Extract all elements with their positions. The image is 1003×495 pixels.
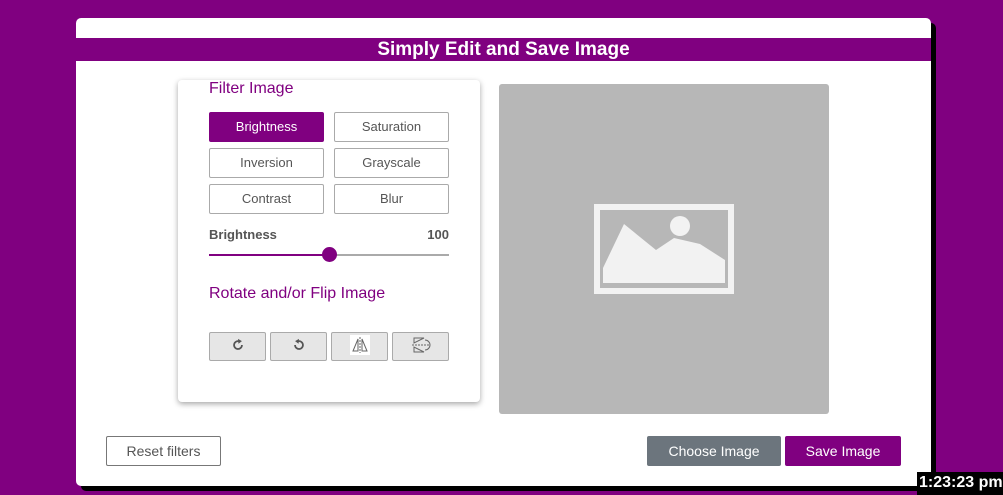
slider-info: Brightness 100 bbox=[209, 227, 449, 242]
rotate-right-icon bbox=[231, 338, 245, 355]
rotate-options bbox=[209, 332, 449, 362]
reset-filters-button[interactable]: Reset filters bbox=[106, 436, 221, 466]
page-title: Simply Edit and Save Image bbox=[76, 38, 931, 61]
rotate-right-button[interactable] bbox=[209, 332, 266, 361]
rotate-section-title: Rotate and/or Flip Image bbox=[209, 285, 386, 302]
flip-vertical-icon bbox=[410, 335, 432, 358]
brightness-slider[interactable] bbox=[209, 247, 449, 262]
filter-section-title: Filter Image bbox=[209, 80, 294, 97]
slider-value: 100 bbox=[427, 227, 449, 242]
filter-blur-button[interactable]: Blur bbox=[334, 184, 449, 214]
filter-grayscale-button[interactable]: Grayscale bbox=[334, 148, 449, 178]
controls-panel: Filter Image Brightness Saturation Inver… bbox=[178, 80, 480, 402]
image-placeholder-icon bbox=[594, 204, 734, 299]
slider-name: Brightness bbox=[209, 227, 277, 242]
editor-card: Simply Edit and Save Image Filter Image … bbox=[76, 18, 931, 486]
rotate-left-icon bbox=[292, 338, 306, 355]
rotate-left-button[interactable] bbox=[270, 332, 327, 361]
slider-thumb[interactable] bbox=[322, 247, 337, 262]
flip-horizontal-icon bbox=[349, 335, 370, 358]
flip-vertical-button[interactable] bbox=[392, 332, 449, 361]
save-image-button[interactable]: Save Image bbox=[785, 436, 901, 466]
flip-horizontal-button[interactable] bbox=[331, 332, 388, 361]
choose-image-button[interactable]: Choose Image bbox=[647, 436, 781, 466]
filter-contrast-button[interactable]: Contrast bbox=[209, 184, 324, 214]
filter-brightness-button[interactable]: Brightness bbox=[209, 112, 324, 142]
filter-inversion-button[interactable]: Inversion bbox=[209, 148, 324, 178]
filter-saturation-button[interactable]: Saturation bbox=[334, 112, 449, 142]
image-preview bbox=[499, 84, 829, 414]
slider-fill bbox=[209, 254, 329, 256]
clock: 1:23:23 pm bbox=[917, 472, 1003, 495]
